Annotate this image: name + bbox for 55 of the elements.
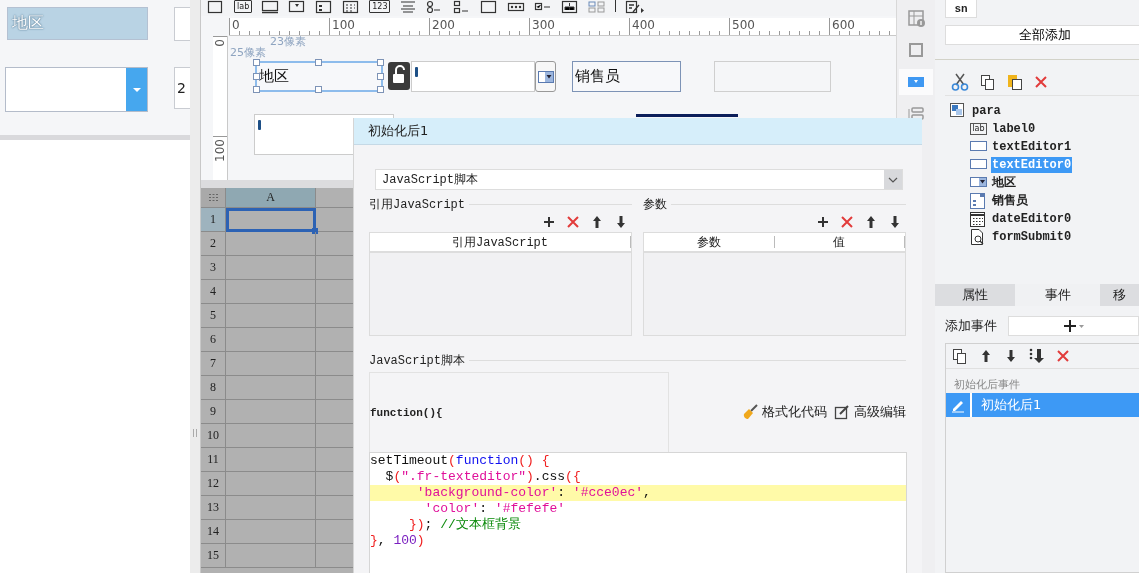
row-header[interactable]: 13 [201, 496, 226, 520]
label-widget[interactable]: 销售员 [572, 61, 681, 92]
column-header[interactable]: A [226, 188, 316, 208]
code-line: }); //文本框背景 [408, 517, 522, 533]
size-hint: 23像素 [270, 36, 306, 49]
row-header[interactable]: 8 [201, 376, 226, 400]
tree-item[interactable]: 销售员 [991, 193, 1029, 209]
tree-item[interactable]: label0 [991, 121, 1037, 137]
column-header: 引用JavaScript [370, 236, 631, 248]
widget-tool-icon[interactable]: 123 [369, 0, 391, 13]
size-hint: 25像素 [230, 45, 266, 60]
row-header[interactable]: 9 [201, 400, 226, 424]
event-group-label: 初始化后事件 [953, 377, 1021, 391]
vertical-ruler: 0 100 [213, 36, 228, 180]
dialog-title: 初始化后1 [354, 118, 922, 145]
row-header[interactable]: 6 [201, 328, 226, 352]
row-header[interactable]: 2 [201, 232, 226, 256]
label-icon: lab [970, 123, 987, 135]
region-field: 地区 [7, 7, 148, 40]
column-header: 值 [774, 236, 905, 248]
format-code-button[interactable]: 格式化代码 [742, 403, 827, 421]
section-title: JavaScript脚本 [369, 352, 465, 369]
row-header[interactable]: 11 [201, 448, 226, 472]
code-line: 'color': '#fefefe' [423, 501, 567, 517]
section-title: 引用JavaScript [369, 196, 465, 213]
code-line: $(".fr-texteditor").css({ [384, 469, 582, 485]
label-widget[interactable]: 地区 [255, 61, 383, 92]
horizontal-ruler: 0 100 200 300 400 500 600 [229, 18, 896, 36]
code-line: }, 100) [370, 533, 426, 549]
row-header[interactable]: 1 [201, 208, 226, 232]
tree-item[interactable]: 地区 [991, 175, 1017, 191]
widget-tool-icon[interactable]: lab [234, 0, 253, 13]
add-event-label: 添加事件 [945, 317, 997, 335]
row-header[interactable]: 3 [201, 256, 226, 280]
type-dropdown[interactable]: JavaScript脚本 [375, 169, 903, 190]
column-header: 参数 [644, 236, 775, 248]
row-header[interactable]: 14 [201, 520, 226, 544]
row-header[interactable]: 5 [201, 304, 226, 328]
row-header[interactable]: 7 [201, 352, 226, 376]
row-header[interactable]: 15 [201, 544, 226, 568]
add-all-button[interactable]: 全部添加 [945, 25, 1139, 45]
input-field[interactable]: 2 [174, 67, 190, 109]
row-header[interactable]: 4 [201, 280, 226, 304]
tree-item[interactable]: textEditor1 [991, 139, 1073, 155]
tab[interactable]: 事件 [1015, 284, 1100, 306]
tree-item[interactable]: para [971, 103, 1002, 119]
tree-item[interactable]: dateEditor0 [991, 211, 1073, 227]
row-header[interactable]: 10 [201, 424, 226, 448]
tree-item[interactable]: formSubmit0 [991, 229, 1073, 245]
code-line: setTimeout(function() { [370, 453, 551, 469]
tab[interactable]: sn [945, 0, 977, 18]
row-header[interactable]: 12 [201, 472, 226, 496]
section-title: 参数 [643, 195, 667, 213]
code-editor[interactable]: setTimeout(function() { $(".fr-texteditor").css({ 'background-color': '#cce0ec', 'color': '#fefefe' }); //文本框背景 }, 100) [369, 452, 907, 573]
advanced-edit-button[interactable]: 高级编辑 [834, 403, 906, 421]
